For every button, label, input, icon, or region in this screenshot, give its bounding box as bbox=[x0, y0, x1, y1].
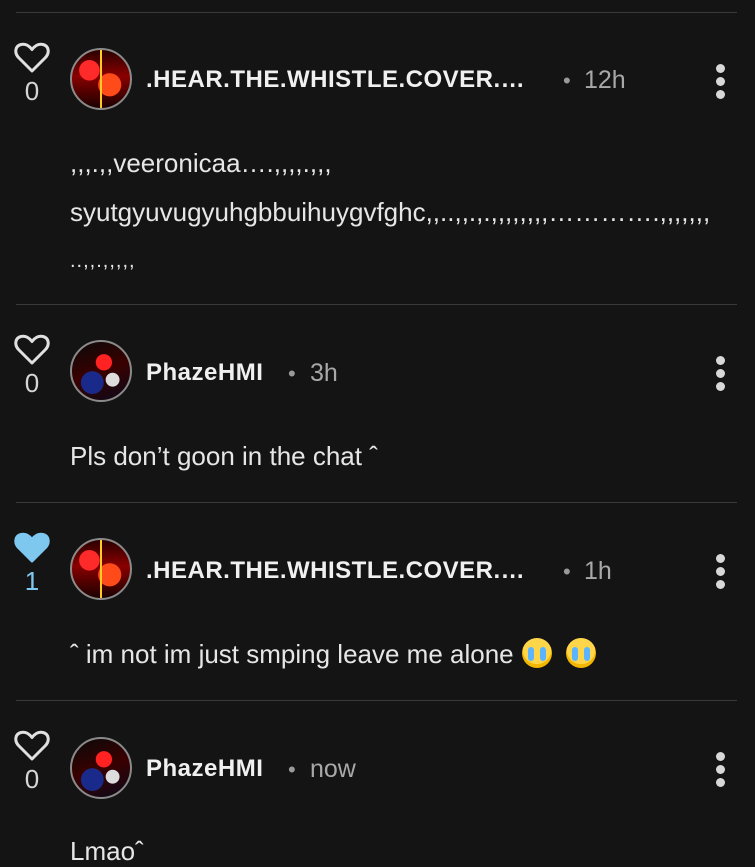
comment-text-line: ˆ im not im just smping leave me alone bbox=[70, 639, 514, 669]
heart-outline-icon bbox=[14, 334, 50, 365]
more-options-icon[interactable] bbox=[712, 64, 728, 100]
timestamp: 3h bbox=[310, 359, 338, 387]
comment-divider bbox=[16, 304, 737, 305]
more-options-icon[interactable] bbox=[712, 752, 728, 788]
avatar[interactable] bbox=[70, 538, 132, 600]
author-name[interactable]: .HEAR.THE.WHISTLE.COVER.… bbox=[146, 557, 525, 585]
comment-text-line: ..,,.,,,,, bbox=[70, 250, 136, 272]
comment-text-line: syutgyuvugyuhgbbuihuygvfghc,,..,,.,.,,,,… bbox=[70, 197, 711, 227]
avatar[interactable] bbox=[70, 737, 132, 799]
like-count: 0 bbox=[24, 76, 40, 106]
comment-text-line: Pls don’t goon in the chat ˆ bbox=[70, 441, 378, 471]
more-options-icon[interactable] bbox=[712, 554, 728, 590]
separator-dot: • bbox=[563, 68, 571, 93]
avatar[interactable] bbox=[70, 340, 132, 402]
timestamp: 12h bbox=[584, 66, 626, 94]
like-count: 1 bbox=[24, 566, 40, 596]
separator-dot: • bbox=[288, 361, 296, 386]
avatar[interactable] bbox=[70, 48, 132, 110]
separator-dot: • bbox=[288, 757, 296, 782]
like-button[interactable]: 1 bbox=[12, 532, 52, 596]
loudly-crying-face-icon bbox=[565, 638, 596, 668]
author-name[interactable]: PhazeHMI bbox=[146, 359, 263, 387]
more-options-icon[interactable] bbox=[712, 356, 728, 392]
separator-dot: • bbox=[563, 559, 571, 584]
heart-outline-icon bbox=[14, 42, 50, 73]
top-divider bbox=[16, 12, 737, 13]
loudly-crying-face-icon bbox=[521, 638, 552, 668]
heart-outline-icon bbox=[14, 730, 50, 761]
like-count: 0 bbox=[24, 764, 40, 794]
timestamp: 1h bbox=[584, 557, 612, 585]
comment-text: ˆ im not im just smping leave me alone bbox=[70, 638, 737, 670]
comment-divider bbox=[16, 502, 737, 503]
like-button[interactable]: 0 bbox=[12, 730, 52, 794]
like-button[interactable]: 0 bbox=[12, 42, 52, 106]
comment-divider bbox=[16, 700, 737, 701]
author-name[interactable]: .HEAR.THE.WHISTLE.COVER.… bbox=[146, 66, 525, 94]
author-name[interactable]: PhazeHMI bbox=[146, 755, 263, 783]
heart-filled-icon bbox=[14, 532, 50, 563]
timestamp: now bbox=[310, 755, 356, 783]
comment-text-line: Lmaoˆ bbox=[70, 836, 144, 866]
like-button[interactable]: 0 bbox=[12, 334, 52, 398]
like-count: 0 bbox=[24, 368, 40, 398]
comment-text-line: ,,,.,,veeronicaa….,,,,.,,, bbox=[70, 148, 332, 178]
